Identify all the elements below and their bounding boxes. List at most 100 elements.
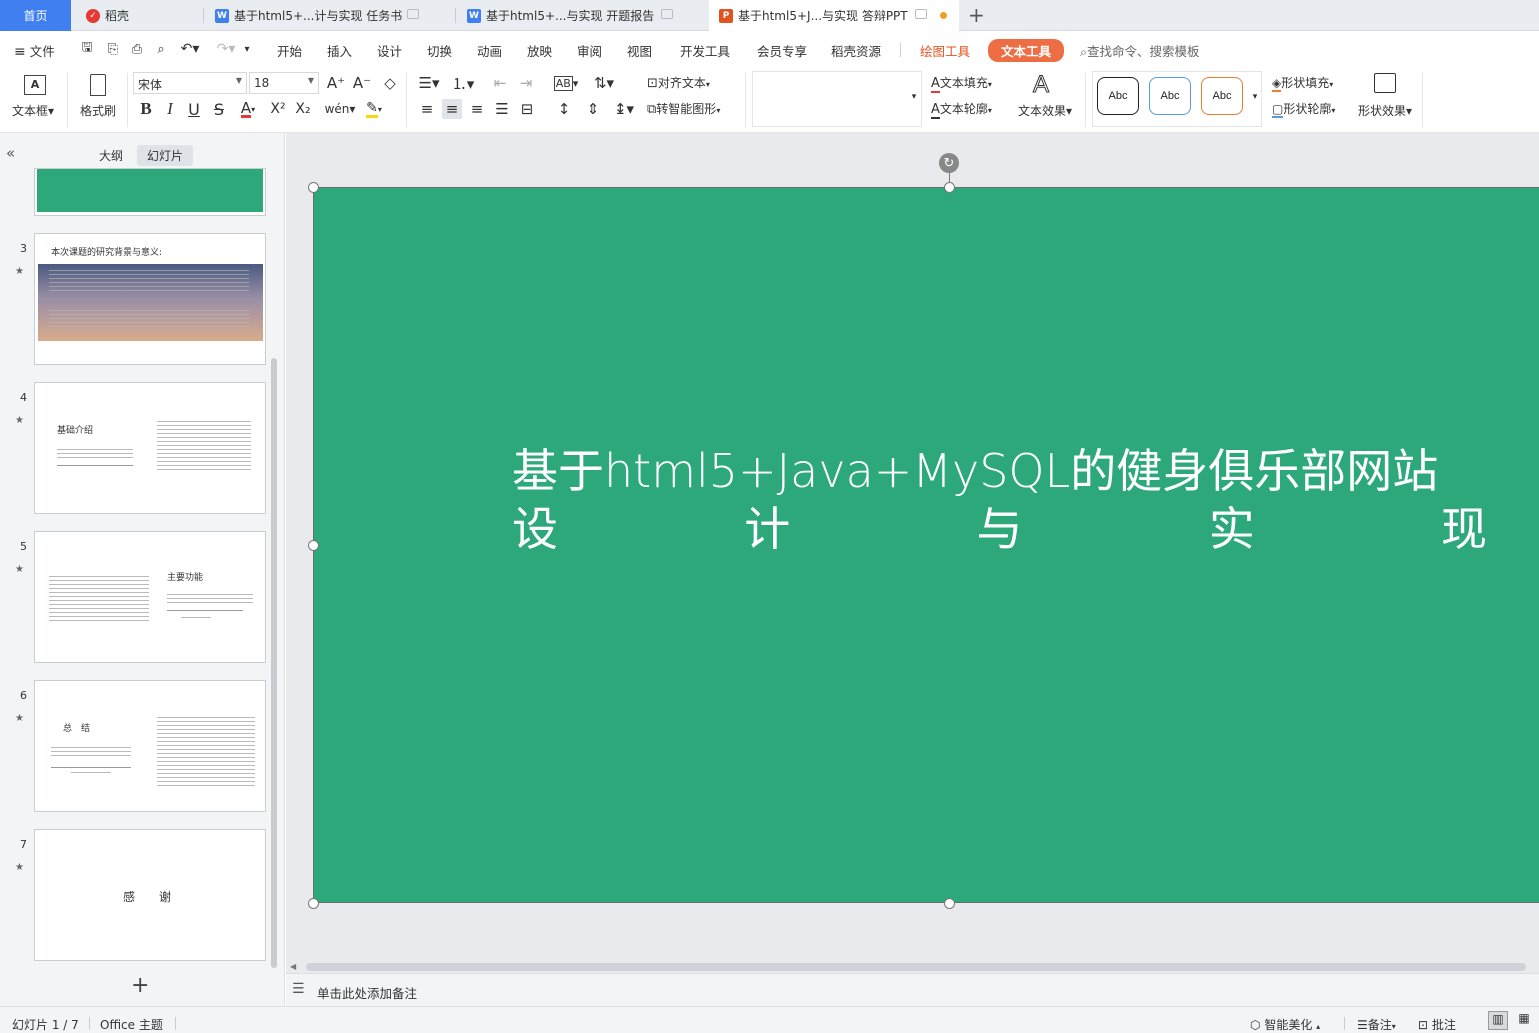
font-size-select[interactable]: 18 ▼ xyxy=(249,72,319,94)
shape-style-black[interactable]: Abc xyxy=(1097,77,1139,115)
menu-member[interactable]: 会员专享 xyxy=(757,41,807,60)
highlight-icon[interactable]: ✎ ▾ xyxy=(360,99,388,119)
slide-thumbnail[interactable]: 总 结 xyxy=(34,680,266,812)
normal-view-icon[interactable]: ▥ xyxy=(1488,1011,1508,1030)
tab-defense-ppt[interactable]: P 基于html5+J...与实现 答辩PPT xyxy=(709,0,959,31)
slide-title-textbox[interactable]: 基于html5+Java+MySQL的健身俱乐部网站 设 计 与 实 现 xyxy=(512,442,1487,558)
resize-handle[interactable] xyxy=(944,182,955,193)
text-direction-icon[interactable]: AB ▾ xyxy=(552,73,580,93)
shape-effect-button[interactable]: 形状效果▾ xyxy=(1356,71,1418,125)
plus-icon[interactable]: + xyxy=(131,973,149,998)
increase-font-icon[interactable]: A⁺ xyxy=(326,73,346,93)
resize-handle[interactable] xyxy=(308,540,319,551)
panel-scrollbar[interactable] xyxy=(271,358,277,968)
slide-sorter-view-icon[interactable]: ▦ xyxy=(1514,1011,1534,1030)
notes-pane[interactable]: ☰ 单击此处添加备注 xyxy=(286,973,1539,1006)
menu-review[interactable]: 审阅 xyxy=(577,41,602,60)
distribute-icon[interactable]: ⊟ xyxy=(517,99,537,119)
menu-drawing-tools[interactable]: 绘图工具 xyxy=(920,41,970,60)
align-center-icon[interactable]: ≡ xyxy=(442,99,462,119)
line-spacing-icon[interactable]: ↕ xyxy=(554,99,574,119)
scrollbar-thumb[interactable] xyxy=(306,963,1526,971)
align-left-icon[interactable]: ≡ xyxy=(417,99,437,119)
theme-name[interactable]: Office 主题 xyxy=(100,1016,163,1033)
new-tab-plus-icon[interactable]: + xyxy=(968,3,985,27)
save-icon[interactable]: 🖫 xyxy=(78,40,96,58)
increase-indent-icon[interactable]: ⇥ xyxy=(516,73,536,93)
clear-format-icon[interactable]: ◇ xyxy=(380,73,400,93)
text-outline-button[interactable]: A文本轮廓▾ xyxy=(931,100,992,119)
numbered-list-icon[interactable]: ⒈▾ xyxy=(449,73,477,93)
slide-thumbnail[interactable] xyxy=(34,168,266,216)
redo-icon[interactable]: ↷▾ xyxy=(212,40,240,58)
current-slide[interactable]: 基于html5+Java+MySQL的健身俱乐部网站 设 计 与 实 现 xyxy=(313,187,1539,903)
tab-outline[interactable]: 大纲 xyxy=(89,145,133,166)
menu-slideshow[interactable]: 放映 xyxy=(527,41,552,60)
italic-icon[interactable]: I xyxy=(160,99,180,119)
bullet-list-icon[interactable]: ☰▾ xyxy=(415,73,443,93)
menu-design[interactable]: 设计 xyxy=(377,41,402,60)
text-fill-button[interactable]: A文本填充▾ xyxy=(931,74,992,93)
quick-access-dropdown-icon[interactable]: ▾ xyxy=(240,40,254,58)
slide-thumbnail[interactable]: 感 谢 xyxy=(34,829,266,961)
tab-docer[interactable]: ✓ 稻壳 xyxy=(76,0,198,31)
menu-animation[interactable]: 动画 xyxy=(477,41,502,60)
tab-home[interactable]: 首页 xyxy=(0,0,71,31)
line-height-icon[interactable]: ↨▾ xyxy=(610,99,638,119)
smart-beautify-button[interactable]: ⬡ 智能美化 ▴ xyxy=(1250,1016,1320,1033)
resize-handle[interactable] xyxy=(944,898,955,909)
smart-shape-button[interactable]: ⧉转智能图形▾ xyxy=(647,100,720,118)
strikethrough-icon[interactable]: S xyxy=(209,99,229,119)
shape-fill-button[interactable]: ◈形状填充▾ xyxy=(1272,74,1333,92)
print-icon[interactable]: ⎙ xyxy=(128,40,146,58)
decrease-font-icon[interactable]: A⁻ xyxy=(352,73,372,93)
menu-view[interactable]: 视图 xyxy=(627,41,652,60)
collapse-panel-icon[interactable]: « xyxy=(6,144,15,162)
superscript-icon[interactable]: X² xyxy=(268,99,288,119)
menu-developer[interactable]: 开发工具 xyxy=(680,41,730,60)
notes-toggle-button[interactable]: ☰备注▾ xyxy=(1357,1016,1396,1033)
slide-thumbnail[interactable]: 本次课题的研究背景与意义: xyxy=(34,233,266,365)
undo-icon[interactable]: ↶▾ xyxy=(176,40,204,58)
resize-handle[interactable] xyxy=(308,898,319,909)
scroll-left-icon[interactable]: ◀ xyxy=(290,962,296,971)
menu-start[interactable]: 开始 xyxy=(277,41,302,60)
shape-style-orange[interactable]: Abc xyxy=(1201,77,1243,115)
menu-insert[interactable]: 插入 xyxy=(327,41,352,60)
decrease-indent-icon[interactable]: ⇤ xyxy=(490,73,510,93)
shape-outline-button[interactable]: ▢形状轮廓▾ xyxy=(1272,100,1335,118)
gallery-more-icon[interactable]: ▾ xyxy=(908,87,920,107)
tab-slides[interactable]: 幻灯片 xyxy=(137,145,194,166)
comments-button[interactable]: ⊡ 批注 xyxy=(1418,1016,1456,1033)
file-menu[interactable]: ≡ 文件 xyxy=(14,41,55,60)
format-painter-button[interactable]: 格式刷 xyxy=(78,71,120,125)
underline-icon[interactable]: U xyxy=(184,99,204,119)
sort-icon[interactable]: ⇅▾ xyxy=(590,73,618,93)
resize-handle[interactable] xyxy=(308,182,319,193)
subscript-icon[interactable]: X₂ xyxy=(293,99,313,119)
font-name-select[interactable]: 宋体 ▼ xyxy=(133,72,247,94)
export-pdf-icon[interactable]: ⎘ xyxy=(104,40,122,58)
menu-docer-resources[interactable]: 稻壳资源 xyxy=(831,41,881,60)
shape-gallery-more-icon[interactable]: ▾ xyxy=(1249,87,1261,107)
menu-text-tools[interactable]: 文本工具 xyxy=(988,39,1065,62)
tab-task-book[interactable]: W 基于html5+...计与实现 任务书 xyxy=(205,0,453,31)
rotate-handle-icon[interactable]: ↻ xyxy=(939,153,959,173)
font-color-icon[interactable]: A ▾ xyxy=(234,99,262,119)
justify-icon[interactable]: ☰ xyxy=(492,99,512,119)
tab-proposal[interactable]: W 基于html5+...与实现 开题报告 xyxy=(457,0,707,31)
menu-transition[interactable]: 切换 xyxy=(427,41,452,60)
slide-thumbnail[interactable]: 主要功能 xyxy=(34,531,266,663)
print-preview-icon[interactable]: ⌕ xyxy=(152,40,170,58)
horizontal-scrollbar[interactable]: ◀ xyxy=(286,961,1539,973)
textbox-button[interactable]: A 文本框▾ xyxy=(12,71,60,125)
command-search[interactable]: ⌕查找命令、搜索模板 xyxy=(1080,41,1200,60)
phonetic-guide-icon[interactable]: wén▾ xyxy=(325,99,356,119)
shape-style-blue[interactable]: Abc xyxy=(1149,77,1191,115)
slide-thumbnail[interactable]: 基础介绍 xyxy=(34,382,266,514)
paragraph-spacing-icon[interactable]: ⇕ xyxy=(583,99,603,119)
text-effect-button[interactable]: A 文本效果▾ xyxy=(1015,71,1077,125)
align-text-button[interactable]: ⊡对齐文本▾ xyxy=(647,74,710,92)
align-right-icon[interactable]: ≡ xyxy=(467,99,487,119)
bold-icon[interactable]: B xyxy=(136,99,156,119)
